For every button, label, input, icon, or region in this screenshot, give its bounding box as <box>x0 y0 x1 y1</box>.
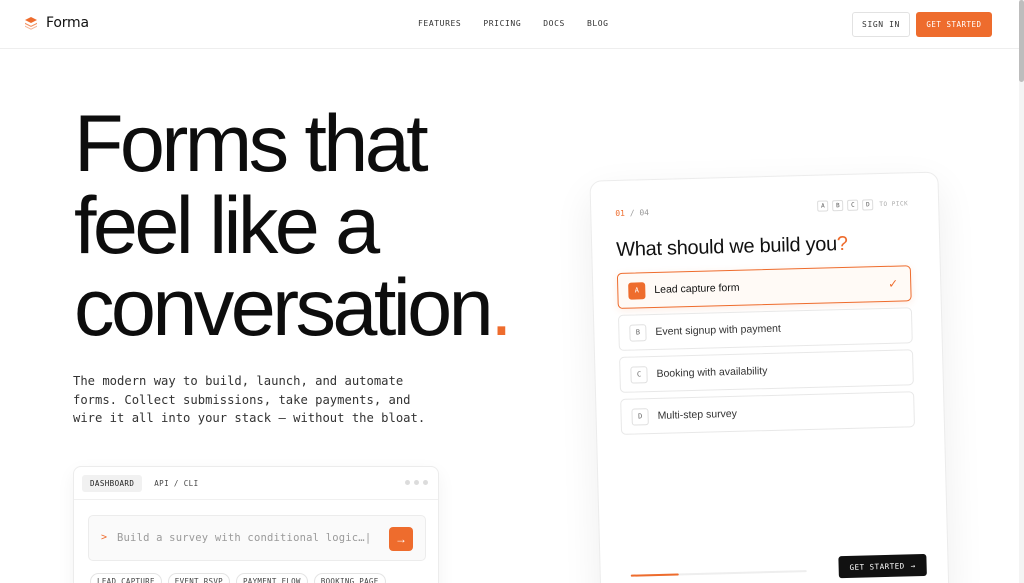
card-cta-label: GET STARTED <box>849 561 905 572</box>
nav-link-docs[interactable]: DOCS <box>543 19 565 28</box>
widget-divider <box>74 499 438 500</box>
card-get-started-button[interactable]: GET STARTED → <box>838 553 927 579</box>
window-dots <box>405 480 428 485</box>
arrow-right-icon: → <box>395 532 407 546</box>
window-dot <box>414 480 419 485</box>
option-label: Event signup with payment <box>655 322 782 338</box>
check-icon: ✓ <box>887 276 899 291</box>
question-text: What should we build you <box>615 233 838 261</box>
tab-api-cli[interactable]: API / CLI <box>146 475 206 492</box>
prompt-text[interactable]: Build a survey with conditional logic…| <box>117 532 371 544</box>
layers-logo-icon <box>25 17 37 30</box>
nav-link-blog[interactable]: BLOG <box>587 19 609 28</box>
nav-link-pricing[interactable]: PRICING <box>483 19 521 28</box>
option-label: Multi-step survey <box>657 407 738 422</box>
pick-hint-label: TO PICK <box>879 200 909 209</box>
step-separator: / <box>624 208 640 218</box>
hero-line-1: Forms that <box>74 99 429 189</box>
form-progress-bar <box>630 570 807 577</box>
nav-links: FEATURES PRICING DOCS BLOG <box>418 19 609 28</box>
keyboard-hint: A B C D TO PICK <box>817 198 909 212</box>
hero-line-2: feel like a <box>74 181 380 271</box>
template-chips: LEAD CAPTURE EVENT RSVP PAYMENT FLOW BOO… <box>90 573 386 583</box>
send-arrow-button[interactable]: → <box>389 527 413 551</box>
arrow-right-icon: → <box>910 560 916 570</box>
hero-line-3: conversation <box>74 263 494 353</box>
sign-in-button[interactable]: SIGN IN <box>852 12 910 37</box>
scrollbar-thumb[interactable] <box>1019 0 1024 82</box>
form-progress-fill <box>630 573 679 577</box>
brand-name: Forma <box>46 15 89 31</box>
hero-headline: Forms that feel like a conversation. <box>74 103 513 349</box>
option-label: Lead capture form <box>654 281 740 296</box>
hero-accent-period: . <box>490 263 512 353</box>
key-hint-c: C <box>847 199 859 211</box>
option-b[interactable]: B Event signup with payment <box>617 307 913 351</box>
key-hint-b: B <box>832 200 844 212</box>
chip-booking-page[interactable]: BOOKING PAGE <box>313 573 386 583</box>
window-dot <box>405 480 410 485</box>
window-dot <box>423 480 428 485</box>
question-mark: ? <box>836 232 849 256</box>
option-key: A <box>628 281 646 300</box>
option-a[interactable]: A Lead capture form ✓ <box>616 265 912 309</box>
prompt-input[interactable]: > Build a survey with conditional logic…… <box>88 515 426 561</box>
brand-logo[interactable]: Forma <box>24 15 89 31</box>
option-c[interactable]: C Booking with availability <box>619 349 914 393</box>
option-label: Booking with availability <box>656 365 768 380</box>
option-key: D <box>631 407 649 426</box>
scrollbar-track[interactable] <box>1019 0 1024 583</box>
step-current: 01 <box>615 208 626 218</box>
widget-tabs: DASHBOARD API / CLI <box>82 475 207 492</box>
option-d[interactable]: D Multi-step survey <box>620 391 915 435</box>
key-hint-a: A <box>817 200 829 212</box>
tab-dashboard[interactable]: DASHBOARD <box>82 475 143 492</box>
question-title: What should we build you? <box>616 233 848 262</box>
hero-subtitle: The modern way to build, launch, and aut… <box>73 374 426 425</box>
builder-widget: DASHBOARD API / CLI > Build a survey wit… <box>73 466 439 583</box>
chip-event-rsvp[interactable]: EVENT RSVP <box>167 573 230 583</box>
top-nav: Forma FEATURES PRICING DOCS BLOG SIGN IN… <box>0 0 1019 49</box>
chip-lead-capture[interactable]: LEAD CAPTURE <box>90 573 162 583</box>
chip-payment-flow[interactable]: PAYMENT FLOW <box>235 573 308 583</box>
option-key: C <box>630 365 648 384</box>
option-key: B <box>629 323 647 342</box>
prompt-caret-icon: > <box>101 532 108 543</box>
form-preview-card: 01 / 04 A B C D TO PICK What should we b… <box>589 171 950 583</box>
get-started-button[interactable]: GET STARTED <box>916 12 992 37</box>
nav-link-features[interactable]: FEATURES <box>418 19 461 28</box>
step-counter: 01 / 04 <box>615 208 649 218</box>
key-hint-d: D <box>862 199 874 211</box>
step-total: 04 <box>639 208 650 218</box>
